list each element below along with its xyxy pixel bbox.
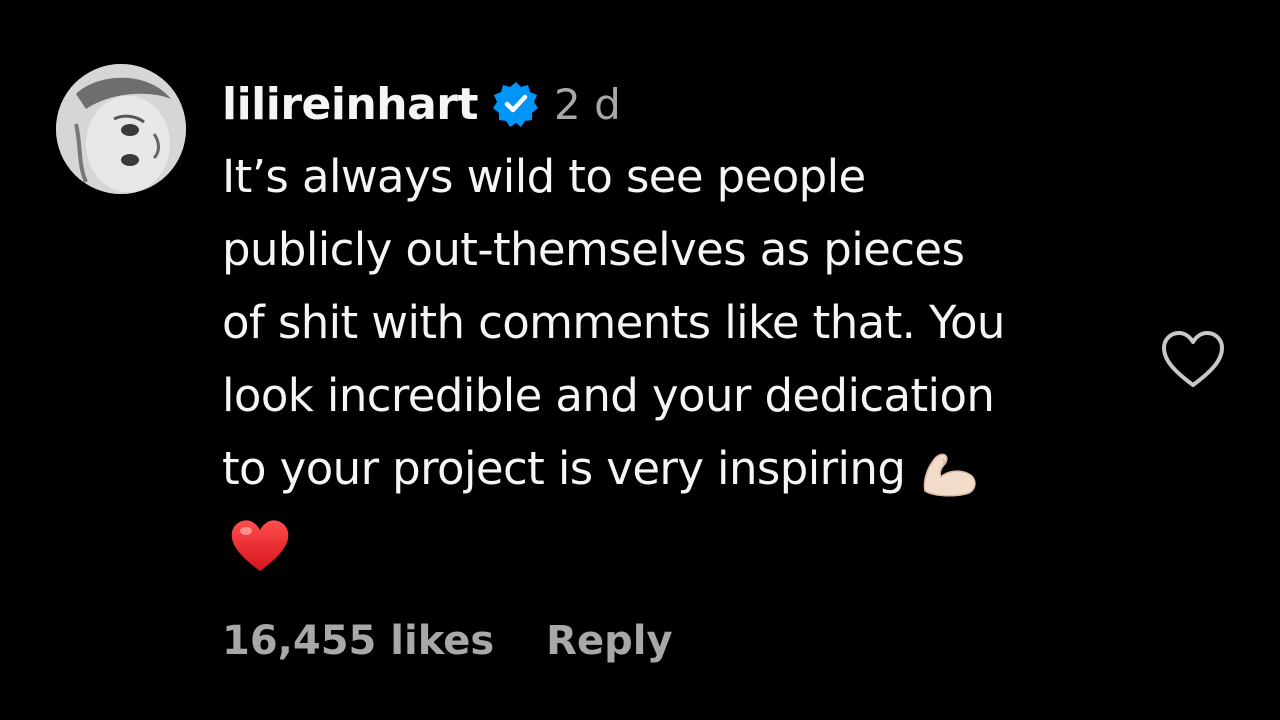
red-heart-icon [222, 517, 292, 573]
comment-text-line: of shit with comments like that. You [222, 296, 1005, 349]
comment-text-line: publicly out-themselves as pieces [222, 223, 965, 276]
comment-timestamp: 2 d [554, 79, 621, 129]
reply-button[interactable]: Reply [546, 618, 672, 664]
comment-text-emoji-line [222, 505, 1142, 578]
like-button[interactable] [1160, 330, 1226, 390]
comment-text-line: look incredible and your dedication [222, 369, 995, 422]
comment-footer: 16,455 likes Reply [222, 618, 673, 664]
comment-text: It’s always wild to see people publicly … [222, 140, 1142, 578]
comment-text-line: It’s always wild to see people [222, 150, 866, 203]
comment-text-last-line: to your project is very inspiring [222, 432, 1142, 505]
avatar-image [56, 64, 186, 194]
likes-count[interactable]: 16,455 likes [222, 618, 494, 664]
avatar[interactable] [56, 64, 186, 194]
username-link[interactable]: lilireinhart [222, 79, 479, 130]
comment-text-line: to your project is very inspiring [222, 442, 906, 495]
verified-badge-icon [492, 80, 540, 128]
flexed-biceps-icon [919, 447, 979, 497]
comment-header: lilireinhart 2 d [222, 72, 621, 136]
comment: lilireinhart 2 d It’s always wild to see… [0, 0, 1280, 720]
heart-outline-icon [1162, 331, 1224, 387]
